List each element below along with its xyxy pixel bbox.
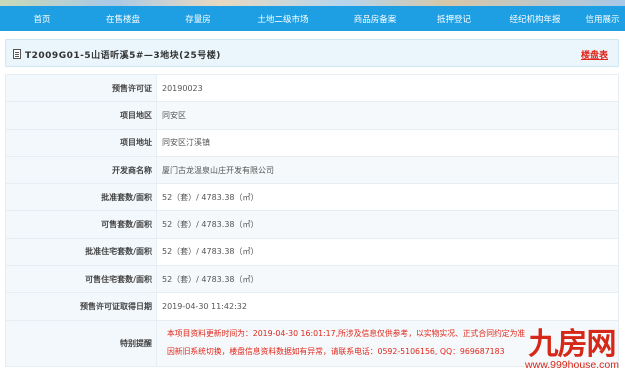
table-row: 项目地区 同安区 [5,101,619,130]
site-watermark: 九房网 www.999house.com [525,330,619,371]
row-value: 52（套）/ 4783.38（㎡） [156,183,619,212]
row-label: 批准套数/面积 [5,183,157,212]
table-row: 开发商名称 厦门古龙温泉山庄开发有限公司 [5,155,619,185]
table-row: 批准住宅套数/面积 52（套）/ 4783.38（㎡） [5,237,619,267]
nav-item-filing[interactable]: 商品房备案 [332,13,418,25]
table-row: 预售许可证 20190023 [5,73,619,103]
table-row: 预售许可证取得日期 2019-04-30 11:42:32 [5,292,619,321]
row-value: 同安区 [156,101,619,130]
row-value: 2019-04-30 11:42:32 [156,292,619,321]
watermark-logo: 九房网 [528,327,617,362]
table-row: 项目地址 同安区汀溪镇 [5,128,619,157]
row-label: 开发商名称 [5,155,157,185]
row-value: 同安区汀溪镇 [156,128,619,157]
row-label: 预售许可证取得日期 [5,292,157,321]
watermark-url: www.999house.com [525,359,619,371]
row-label: 可售住宅套数/面积 [5,265,157,294]
table-row: 可售住宅套数/面积 52（套）/ 4783.38（㎡） [5,265,619,294]
presale-info-table: 预售许可证 20190023 项目地区 同安区 项目地址 同安区汀溪镇 开发商名… [5,73,619,367]
document-icon [13,49,21,59]
row-value: 52（套）/ 4783.38（㎡） [156,237,619,267]
row-label: 项目地址 [5,128,157,157]
nav-item-home[interactable]: 首页 [0,13,84,25]
row-label: 可售套数/面积 [5,210,157,239]
row-label: 项目地区 [5,101,157,130]
row-label: 批准住宅套数/面积 [5,237,157,267]
nav-item-mortgage[interactable]: 抵押登记 [418,13,490,25]
nav-item-on-sale[interactable]: 在售楼盘 [84,13,162,25]
nav-item-agency-report[interactable]: 经纪机构年报 [490,13,580,25]
row-label: 预售许可证 [5,73,157,103]
row-value: 52（套）/ 4783.38（㎡） [156,210,619,239]
row-value: 52（套）/ 4783.38（㎡） [156,265,619,294]
row-value: 厦门古龙温泉山庄开发有限公司 [156,155,619,185]
table-row: 可售套数/面积 52（套）/ 4783.38（㎡） [5,210,619,239]
table-row: 批准套数/面积 52（套）/ 4783.38（㎡） [5,183,619,212]
main-nav: 首页 在售楼盘 存量房 土地二级市场 商品房备案 抵押登记 经纪机构年报 信用展… [0,6,625,31]
notice-label: 特别提醒 [5,319,157,367]
nav-item-existing-housing[interactable]: 存量房 [162,13,234,25]
project-title: T2009G01-5山语听溪5#—3地块(25号楼) [25,51,221,61]
nav-item-land-market[interactable]: 土地二级市场 [234,13,332,25]
building-plan-link[interactable]: 楼盘表 [581,48,608,61]
nav-item-credit[interactable]: 信用展示 [580,13,625,25]
row-value: 20190023 [156,73,619,103]
project-title-bar: T2009G01-5山语听溪5#—3地块(25号楼) 楼盘表 [5,39,619,67]
